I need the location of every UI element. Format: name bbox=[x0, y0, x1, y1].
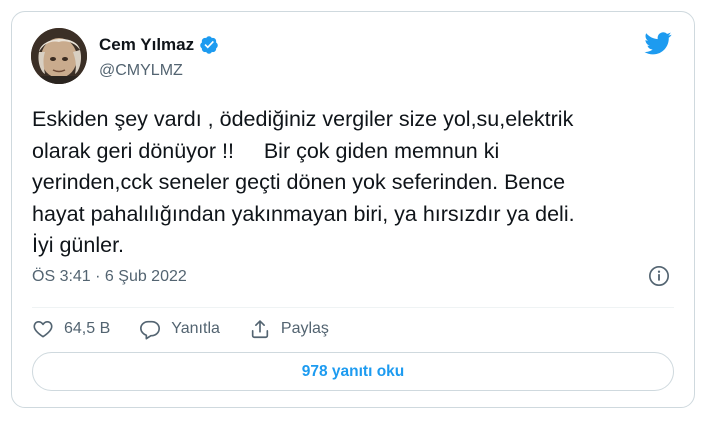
reply-button[interactable]: Yanıtla bbox=[139, 318, 220, 340]
divider bbox=[32, 307, 674, 308]
author-handle[interactable]: @CMYLMZ bbox=[99, 62, 183, 80]
action-bar: 64,5 B Yanıtla Paylaş bbox=[32, 314, 358, 344]
heart-icon bbox=[33, 321, 53, 338]
read-replies-label: 978 yanıtı oku bbox=[301, 362, 405, 380]
reply-label: Yanıtla bbox=[171, 320, 220, 337]
read-replies-button[interactable]: 978 yanıtı oku bbox=[32, 352, 674, 391]
avatar-photo bbox=[31, 28, 87, 84]
like-count: 64,5 B bbox=[64, 320, 111, 337]
info-icon[interactable] bbox=[648, 265, 670, 287]
share-icon bbox=[251, 320, 269, 339]
share-label: Paylaş bbox=[280, 320, 329, 337]
avatar[interactable] bbox=[31, 28, 87, 84]
speech-bubble-icon bbox=[140, 320, 161, 340]
author-name-row: Cem Yılmaz bbox=[99, 35, 219, 55]
like-button[interactable]: 64,5 B bbox=[32, 318, 110, 340]
author-name[interactable]: Cem Yılmaz bbox=[99, 35, 194, 55]
tweet-text: Eskiden şey vardı , ödediğiniz vergiler … bbox=[32, 107, 575, 257]
tweet-card: Cem Yılmaz @CMYLMZ Eskiden şey vardı , ö… bbox=[11, 11, 695, 408]
tweet-timestamp[interactable]: ÖS 3:41 · 6 Şub 2022 bbox=[32, 268, 187, 286]
share-button[interactable]: Paylaş bbox=[249, 318, 329, 340]
twitter-bird-icon[interactable] bbox=[644, 32, 672, 55]
verified-badge-icon bbox=[199, 35, 219, 55]
